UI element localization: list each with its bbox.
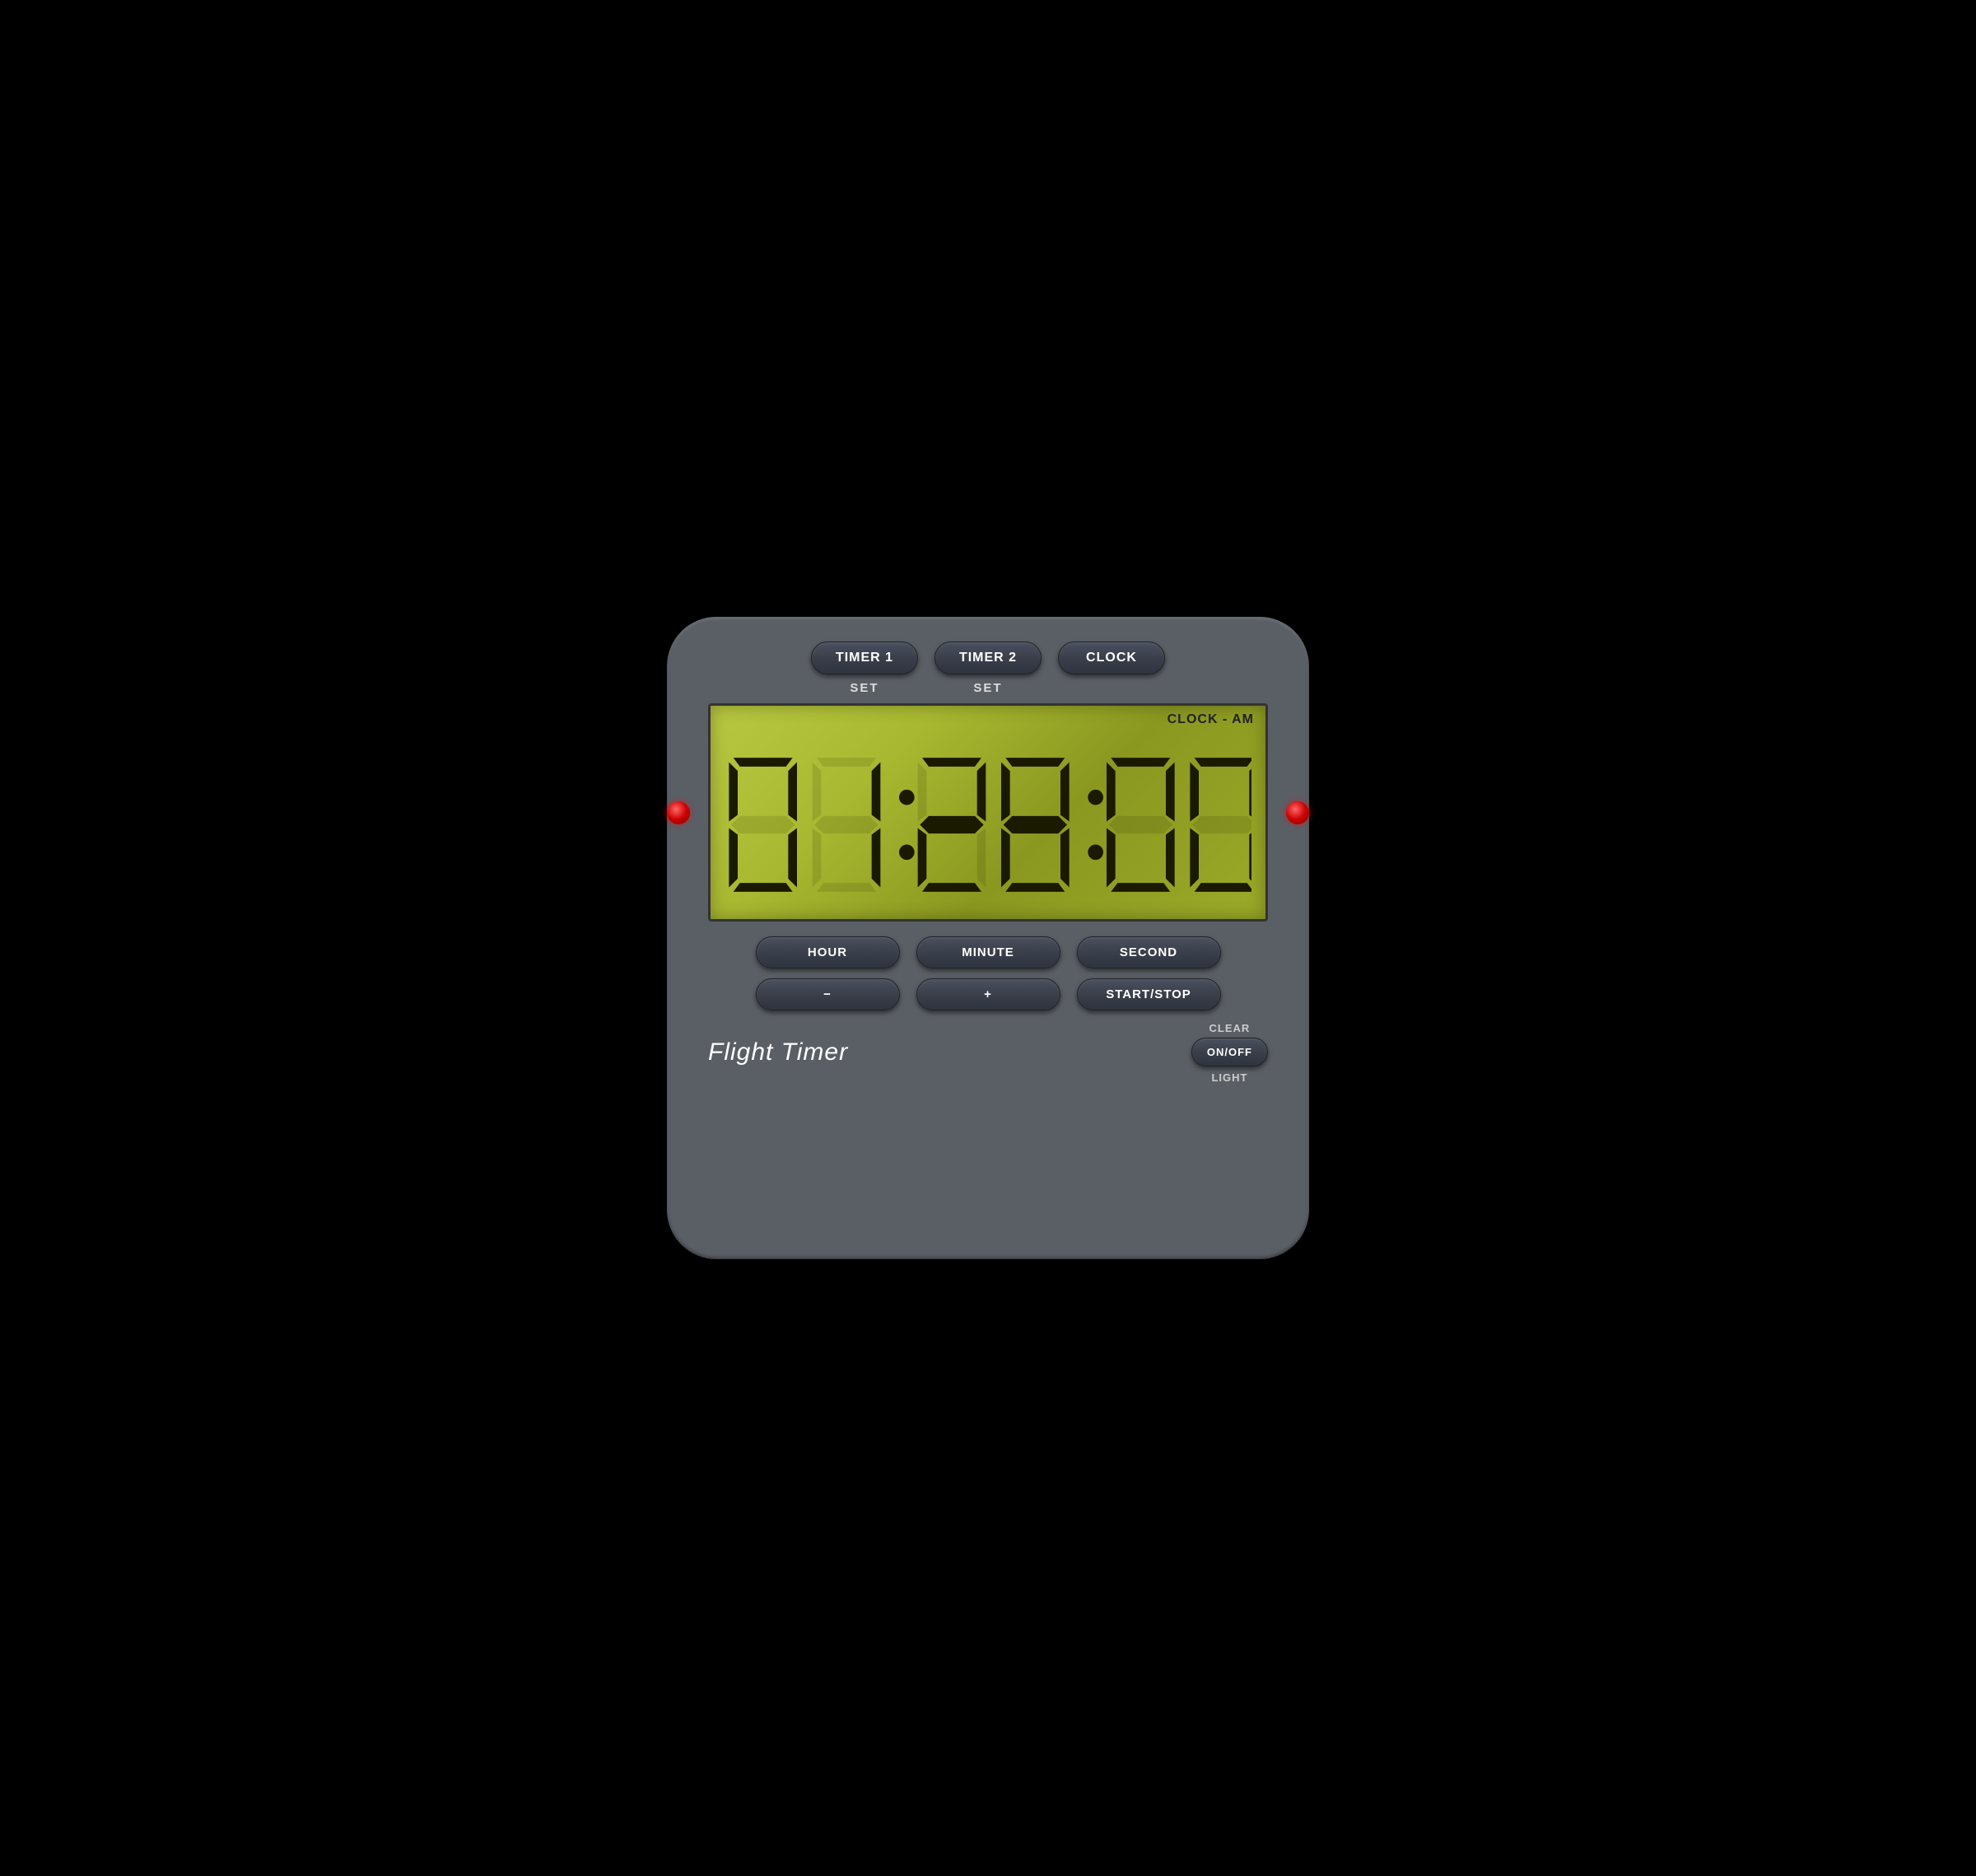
onoff-button[interactable]: ON/OFF	[1191, 1038, 1268, 1066]
led-right	[1286, 801, 1309, 824]
lcd-container: CLOCK - AM	[708, 703, 1268, 922]
control-row-2: − + START/STOP	[700, 978, 1276, 1010]
timer1-button[interactable]: TIMER 1	[811, 642, 918, 674]
onoff-group: CLEAR ON/OFF LIGHT	[1191, 1020, 1268, 1084]
set-label-3	[1058, 681, 1165, 695]
time-svg	[725, 753, 1251, 897]
second-button[interactable]: SECOND	[1077, 936, 1221, 968]
brand-label: Flight Timer	[708, 1038, 848, 1066]
light-label: LIGHT	[1211, 1071, 1247, 1084]
set-label-1: SET	[811, 681, 918, 695]
bottom-controls: HOUR MINUTE SECOND − + START/STOP Flight…	[700, 936, 1276, 1084]
brand-row: Flight Timer CLEAR ON/OFF LIGHT	[700, 1020, 1276, 1084]
plus-button[interactable]: +	[916, 978, 1060, 1010]
start-stop-button[interactable]: START/STOP	[1077, 978, 1221, 1010]
minus-button[interactable]: −	[756, 978, 900, 1010]
timer2-button[interactable]: TIMER 2	[934, 642, 1042, 674]
lcd-time-display	[719, 738, 1257, 911]
control-row-1: HOUR MINUTE SECOND	[700, 936, 1276, 968]
lcd-screen: CLOCK - AM	[708, 703, 1268, 922]
hour-button[interactable]: HOUR	[756, 936, 900, 968]
clear-label: CLEAR	[1209, 1022, 1251, 1034]
clock-button[interactable]: CLOCK	[1058, 642, 1165, 674]
set-labels-row: SET SET	[700, 681, 1276, 695]
minute-button[interactable]: MINUTE	[916, 936, 1060, 968]
top-button-row: TIMER 1 TIMER 2 CLOCK	[700, 642, 1276, 674]
flight-timer-device: TIMER 1 TIMER 2 CLOCK SET SET CLOCK - AM	[667, 617, 1309, 1259]
lcd-mode-label: CLOCK - AM	[1167, 712, 1254, 727]
led-left	[667, 801, 690, 824]
set-label-2: SET	[934, 681, 1042, 695]
start-stop-group: START/STOP	[1077, 978, 1221, 1010]
